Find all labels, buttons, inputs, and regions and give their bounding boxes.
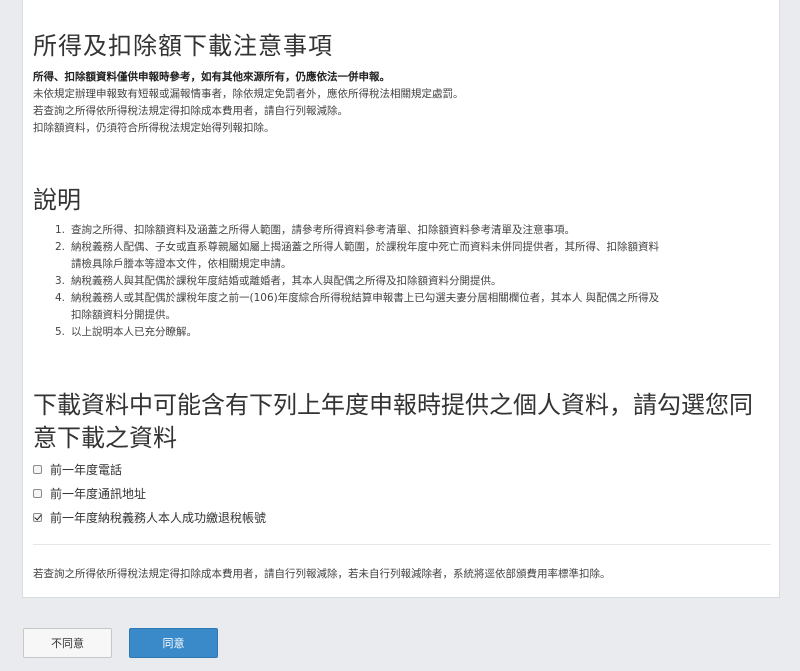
explain-item-text: 納稅義務人配偶、子女或直系尊親屬如屬上揭涵蓋之所得人範圍，於課稅年度中死亡而資料…: [71, 241, 659, 253]
explain-list: 1. 查詢之所得、扣除額資料及涵蓋之所得人範圍，請參考所得資料參考清單、扣除額資…: [55, 222, 770, 341]
agree-button[interactable]: 同意: [129, 628, 218, 658]
explain-item-text: 查詢之所得、扣除額資料及涵蓋之所得人範圍，請參考所得資料參考清單、扣除額資料參考…: [71, 224, 575, 236]
explain-item-number: 4.: [55, 292, 66, 304]
divider: [33, 544, 771, 545]
explain-item-text-cont: 扣除額資料分開提供。: [71, 309, 176, 321]
option-address[interactable]: 前一年度通訊地址: [33, 485, 146, 502]
explain-item-text: 納稅義務人與其配偶於課稅年度結婚或離婚者，其本人與配偶之所得及扣除額資料分開提供…: [71, 275, 502, 287]
explain-item-number: 2.: [55, 241, 66, 253]
footer-note: 若查詢之所得依所得稅法規定得扣除成本費用者，請自行列報減除，若未自行列報減除者，…: [33, 568, 611, 580]
option-phone[interactable]: 前一年度電話: [33, 461, 122, 478]
explain-item: 5. 以上說明本人已充分瞭解。: [55, 324, 770, 341]
notice-bold-line: 所得、扣除額資料僅供申報時參考，如有其他來源所有，仍應依法一併申報。: [33, 71, 390, 83]
notice-text: 所得、扣除額資料僅供申報時參考，如有其他來源所有，仍應依法一併申報。 未依規定辦…: [33, 69, 464, 137]
explain-title: 說明: [33, 186, 81, 214]
checkbox-phone[interactable]: [33, 465, 42, 474]
explain-item: 3. 納稅義務人與其配偶於課稅年度結婚或離婚者，其本人與配偶之所得及扣除額資料分…: [55, 273, 770, 290]
notice-line: 未依規定辦理申報致有短報或漏報情事者，除依規定免罰者外，應依所得稅法相關規定處罰…: [33, 88, 464, 100]
explain-item-number: 1.: [55, 224, 66, 236]
decline-button[interactable]: 不同意: [23, 628, 112, 658]
option-refund-account-label: 前一年度納稅義務人本人成功繳退稅帳號: [50, 511, 267, 525]
option-address-label: 前一年度通訊地址: [50, 487, 147, 501]
explain-item-text: 以上說明本人已充分瞭解。: [71, 326, 197, 338]
consent-title: 下載資料中可能含有下列上年度申報時提供之個人資料，請勾選您同意下載之資料: [33, 391, 753, 452]
explain-item-number: 5.: [55, 326, 66, 338]
explain-item-text-cont: 請檢具除戶謄本等證本文件，依相關規定申請。: [71, 258, 292, 270]
checkbox-refund-account[interactable]: [33, 513, 42, 522]
explain-item-number: 3.: [55, 275, 66, 287]
option-refund-account[interactable]: 前一年度納稅義務人本人成功繳退稅帳號: [33, 509, 266, 526]
option-phone-label: 前一年度電話: [50, 463, 123, 477]
explain-item-text: 納稅義務人或其配偶於課稅年度之前一(106)年度綜合所得稅結算申報書上已勾選夫妻…: [71, 292, 660, 304]
checkbox-address[interactable]: [33, 489, 42, 498]
notice-line: 扣除額資料，仍須符合所得稅法規定始得列報扣除。: [33, 122, 275, 134]
notice-title: 所得及扣除額下載注意事項: [33, 32, 333, 60]
main-card: 所得及扣除額下載注意事項 所得、扣除額資料僅供申報時參考，如有其他來源所有，仍應…: [22, 0, 780, 598]
notice-line: 若查詢之所得依所得稅法規定得扣除成本費用者，請自行列報減除。: [33, 105, 348, 117]
explain-item: 2. 納稅義務人配偶、子女或直系尊親屬如屬上揭涵蓋之所得人範圍，於課稅年度中死亡…: [55, 239, 770, 273]
explain-item: 1. 查詢之所得、扣除額資料及涵蓋之所得人範圍，請參考所得資料參考清單、扣除額資…: [55, 222, 770, 239]
explain-item: 4. 納稅義務人或其配偶於課稅年度之前一(106)年度綜合所得稅結算申報書上已勾…: [55, 290, 770, 324]
